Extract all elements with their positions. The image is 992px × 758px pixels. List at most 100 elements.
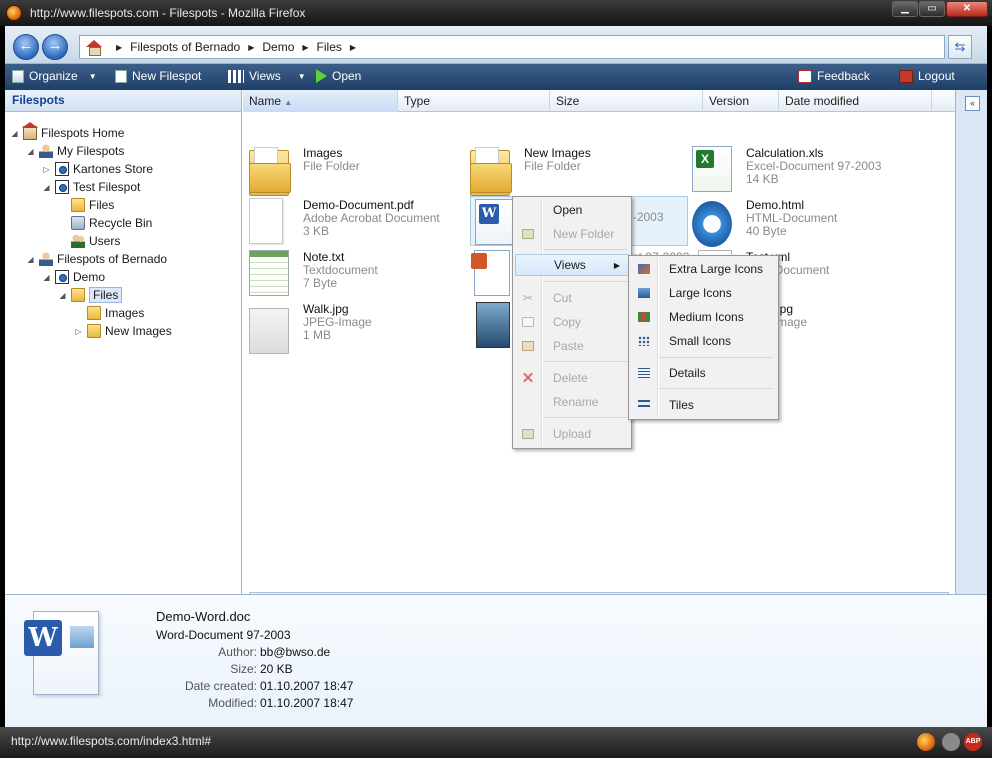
tree-item-test-filespot[interactable]: ◢ Test Filespot xyxy=(42,178,140,196)
filespots-tree-panel: Filespots ◢ Filespots Home ◢ My Filespot… xyxy=(5,90,242,594)
feedback-icon xyxy=(798,69,812,83)
collapse-triangle-icon[interactable]: ◢ xyxy=(42,273,51,282)
open-button[interactable]: Open xyxy=(316,69,361,83)
folder-icon xyxy=(87,324,101,338)
collapse-triangle-icon[interactable]: ◢ xyxy=(42,183,51,192)
organize-button[interactable]: Organize ▼ xyxy=(12,69,97,83)
file-tile[interactable]: Calculation.xls Excel-Document 97-2003 1… xyxy=(692,146,910,194)
file-size: 1 MB xyxy=(303,328,332,342)
breadcrumb-item[interactable]: Filespots of Bernado xyxy=(130,40,240,54)
address-bar[interactable]: ▶ Filespots of Bernado ▶ Demo ▶ Files ▶ xyxy=(79,35,945,59)
collapse-triangle-icon[interactable]: ◢ xyxy=(58,291,67,300)
tree-item-kartones-store[interactable]: ▷ Kartones Store xyxy=(42,160,153,178)
home-icon[interactable] xyxy=(86,40,102,56)
small-icons-icon xyxy=(638,336,650,346)
navigation-bar: ← → ▶ Filespots of Bernado ▶ Demo ▶ File… xyxy=(5,26,987,64)
breadcrumb-separator-icon[interactable]: ▶ xyxy=(350,43,356,52)
tree-item-users[interactable]: Users xyxy=(58,232,120,250)
views-button[interactable]: Views ▼ xyxy=(228,69,306,83)
tree-item-images[interactable]: Images xyxy=(74,304,144,322)
menu-item-paste[interactable]: Paste xyxy=(515,335,629,357)
tree-item-label: Test Filespot xyxy=(73,180,141,194)
collapse-triangle-icon[interactable]: ◢ xyxy=(26,255,35,264)
menu-item-delete[interactable]: ✕ Delete xyxy=(515,367,629,389)
menu-item-tiles[interactable]: Tiles xyxy=(631,394,776,416)
breadcrumb-item[interactable]: Demo xyxy=(262,40,294,54)
expand-left-icon[interactable]: « xyxy=(965,96,980,111)
file-tile[interactable]: Note.txt Textdocument 7 Byte xyxy=(249,250,467,298)
breadcrumb-separator-icon[interactable]: ▶ xyxy=(302,43,308,52)
new-filespot-icon xyxy=(115,69,127,83)
forward-arrow-icon: → xyxy=(47,37,63,54)
logout-button[interactable]: Logout xyxy=(899,69,955,83)
details-pane: Demo-Word.doc Word-Document 97-2003 Auth… xyxy=(5,594,987,727)
tree-item-recycle-bin[interactable]: Recycle Bin xyxy=(58,214,152,232)
file-tile[interactable]: jpg mage xyxy=(777,302,857,350)
file-size: 7 Byte xyxy=(303,276,338,290)
menu-item-views[interactable]: Views ▶ xyxy=(515,254,629,276)
chevron-down-icon: ▼ xyxy=(88,71,97,81)
menu-item-details[interactable]: Details xyxy=(631,362,776,384)
collapse-triangle-icon[interactable]: ◢ xyxy=(26,147,35,156)
menu-item-rename[interactable]: Rename xyxy=(515,391,629,413)
collapse-triangle-icon[interactable]: ◢ xyxy=(10,129,19,138)
tree-item-filespots-home[interactable]: ◢ Filespots Home xyxy=(10,122,124,142)
pdf-icon xyxy=(249,198,283,244)
firefox-icon[interactable] xyxy=(917,733,935,751)
menu-item-large-icons[interactable]: Large Icons xyxy=(631,282,776,304)
adblock-icon[interactable]: ABP xyxy=(964,733,982,751)
tree-item-label: Recycle Bin xyxy=(89,216,153,230)
tree-item-label: My Filespots xyxy=(57,144,125,158)
close-button[interactable]: ✕ xyxy=(946,1,988,17)
file-tile[interactable]: Images File Folder xyxy=(249,146,467,196)
file-tile[interactable]: Walk.jpg JPEG-Image 1 MB xyxy=(249,302,467,354)
menu-item-upload[interactable]: Upload xyxy=(515,423,629,445)
folder-icon xyxy=(71,198,85,212)
file-size: 3 KB xyxy=(303,224,330,238)
excel-icon xyxy=(692,146,732,192)
forward-button[interactable]: → xyxy=(42,34,68,60)
menu-item-copy[interactable]: Copy xyxy=(515,311,629,333)
menu-item-extra-large-icons[interactable]: Extra Large Icons xyxy=(631,258,776,280)
expand-triangle-icon[interactable]: ▷ xyxy=(74,327,83,336)
menu-item-small-icons[interactable]: Small Icons xyxy=(631,330,776,352)
tiles-view-icon xyxy=(638,400,650,410)
feedback-button[interactable]: Feedback xyxy=(798,69,870,83)
new-filespot-button[interactable]: New Filespot xyxy=(115,69,201,83)
tree-item-label: Demo xyxy=(73,270,106,284)
expand-triangle-icon[interactable]: ▷ xyxy=(42,165,51,174)
menu-item-new-folder[interactable]: New Folder xyxy=(515,223,629,245)
menu-item-open[interactable]: Open xyxy=(515,199,629,221)
column-header-date-modified[interactable]: Date modified xyxy=(779,90,932,112)
status-indicator-icon[interactable] xyxy=(942,733,960,751)
breadcrumb-item[interactable]: Files xyxy=(317,40,342,54)
column-header-type[interactable]: Type xyxy=(398,90,550,112)
file-tile[interactable]: New Images File Folder xyxy=(470,146,688,196)
refresh-button[interactable]: ⇆ xyxy=(948,35,972,59)
ie-icon xyxy=(692,201,732,247)
column-headers: Name ▲ Type Size Version Date modified xyxy=(243,90,955,112)
breadcrumb-separator-icon[interactable]: ▶ xyxy=(116,43,122,52)
back-button[interactable]: ← xyxy=(13,34,39,60)
tree-item-files[interactable]: Files xyxy=(58,196,114,214)
user-icon xyxy=(39,252,53,266)
powerpoint-icon xyxy=(471,250,510,296)
tree-item-my-filespots[interactable]: ◢ My Filespots xyxy=(26,142,124,160)
column-header-version[interactable]: Version xyxy=(703,90,779,112)
column-header-name[interactable]: Name ▲ xyxy=(243,90,398,112)
sort-ascending-icon: ▲ xyxy=(284,98,293,107)
tree-item-new-images[interactable]: ▷ New Images xyxy=(74,322,172,340)
large-icons-icon xyxy=(638,288,650,298)
menu-item-medium-icons[interactable]: Medium Icons xyxy=(631,306,776,328)
maximize-button[interactable]: ▭ xyxy=(919,1,945,17)
tree-item-demo[interactable]: ◢ Demo xyxy=(42,268,105,286)
file-tile[interactable]: Demo-Document.pdf Adobe Acrobat Document… xyxy=(249,198,467,246)
tree-item-files-selected[interactable]: ◢ Files xyxy=(58,286,123,304)
breadcrumb-separator-icon[interactable]: ▶ xyxy=(248,43,254,52)
menu-item-cut[interactable]: ✂ Cut xyxy=(515,287,629,309)
column-header-size[interactable]: Size xyxy=(550,90,703,112)
file-tile[interactable]: Demo.html HTML-Document 40 Byte xyxy=(692,198,910,247)
tree-item-filespots-of-bernado[interactable]: ◢ Filespots of Bernado xyxy=(26,250,167,268)
views-submenu: Extra Large Icons Large Icons Medium Ico… xyxy=(628,255,779,420)
minimize-button[interactable]: ▁ xyxy=(892,1,918,17)
